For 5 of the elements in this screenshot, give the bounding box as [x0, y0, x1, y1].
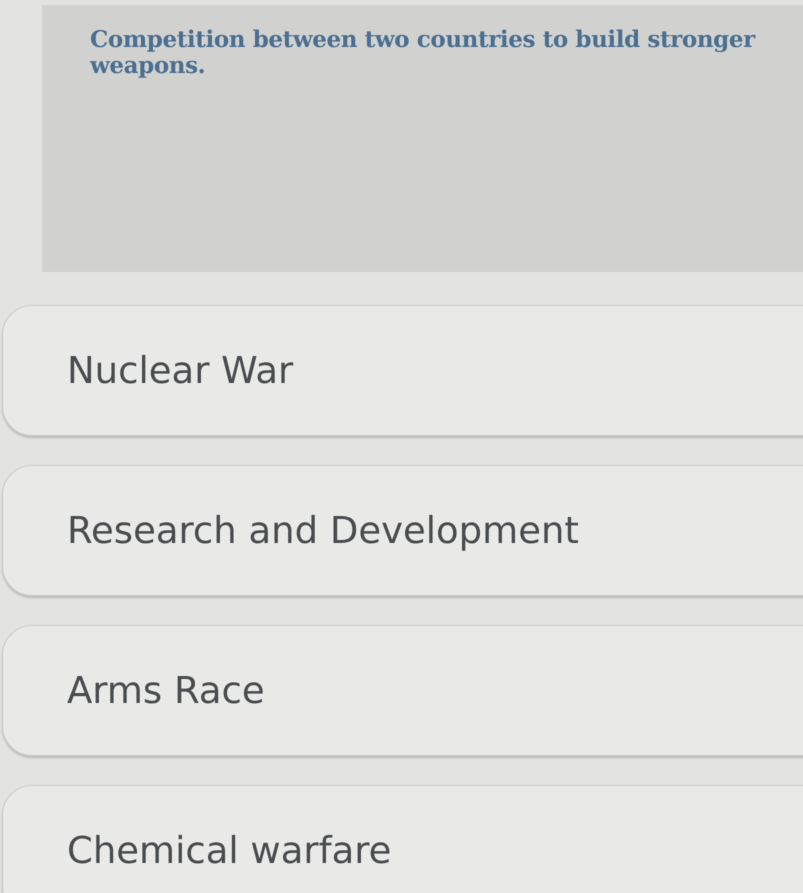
question-text: Competition between two countries to build stronger weapons.	[90, 27, 756, 79]
answer-option[interactable]: Arms Race	[2, 625, 803, 756]
answer-option[interactable]: Chemical warfare	[2, 785, 803, 893]
answer-option[interactable]: Research and Development	[2, 465, 803, 596]
answer-option[interactable]: Nuclear War	[2, 305, 803, 436]
